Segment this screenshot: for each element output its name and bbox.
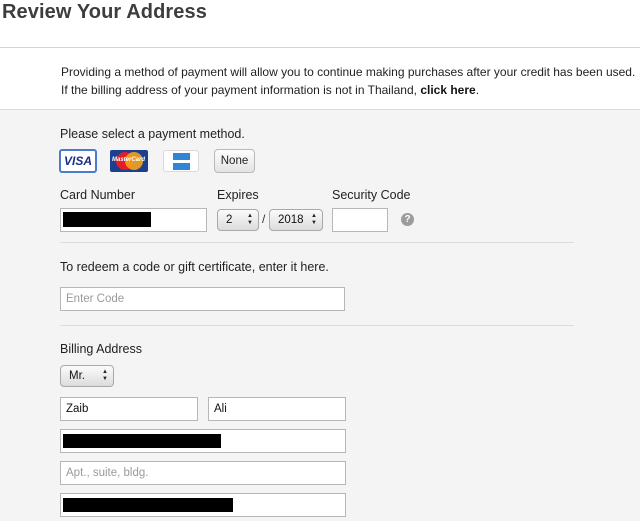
select-arrows-icon: ▲ ▼ <box>311 213 317 226</box>
security-code-field[interactable] <box>332 208 388 232</box>
amex-card-option[interactable] <box>163 150 199 172</box>
payment-notice: Providing a method of payment will allow… <box>0 48 640 110</box>
amex-logo-stripe <box>173 160 190 163</box>
card-number-label: Card Number <box>60 188 136 202</box>
notice-line-2-suffix: . <box>475 83 480 97</box>
section-divider <box>60 325 574 326</box>
card-number-redaction <box>63 212 151 227</box>
payment-method-prompt: Please select a payment method. <box>60 127 245 141</box>
none-payment-button[interactable]: None <box>214 149 255 173</box>
notice-line-1: Providing a method of payment will allow… <box>61 65 636 79</box>
redeem-label: To redeem a code or gift certificate, en… <box>60 260 329 274</box>
visa-card-label: VISA <box>63 154 92 168</box>
last-name-field[interactable]: Ali <box>208 397 346 421</box>
salutation-select[interactable]: Mr. ▲ ▼ <box>60 365 114 387</box>
notice-line-2: If the billing address of your payment i… <box>61 83 479 97</box>
expires-month-select[interactable]: 2 ▲ ▼ <box>217 209 259 231</box>
first-name-field[interactable]: Zaib <box>60 397 198 421</box>
visa-card-option[interactable]: VISA <box>59 149 97 173</box>
expires-label: Expires <box>217 188 259 202</box>
street-address-redaction <box>63 434 221 448</box>
none-payment-label: None <box>220 155 249 167</box>
apt-suite-field[interactable]: Apt., suite, bldg. <box>60 461 346 485</box>
mastercard-card-option[interactable]: MasterCard <box>110 150 148 172</box>
mastercard-card-label: MasterCard <box>112 157 146 163</box>
expires-month-value: 2 <box>226 214 233 226</box>
expires-year-select[interactable]: 2018 ▲ ▼ <box>269 209 323 231</box>
page-title: Review Your Address <box>2 1 207 23</box>
salutation-value: Mr. <box>69 370 85 382</box>
click-here-link[interactable]: click here <box>420 83 475 97</box>
security-code-label: Security Code <box>332 188 411 202</box>
city-redaction <box>63 498 233 512</box>
notice-line-2-text: If the billing address of your payment i… <box>61 83 417 97</box>
section-divider <box>60 242 574 243</box>
redeem-code-field[interactable]: Enter Code <box>60 287 345 311</box>
first-name-value: Zaib <box>66 403 89 415</box>
expires-separator: / <box>262 212 266 226</box>
redeem-code-placeholder: Enter Code <box>66 293 125 305</box>
billing-address-label: Billing Address <box>60 342 142 356</box>
expires-year-value: 2018 <box>278 214 304 226</box>
payment-form-panel: Providing a method of payment will allow… <box>0 47 640 521</box>
amex-logo-icon <box>173 153 190 170</box>
apt-suite-placeholder: Apt., suite, bldg. <box>66 467 149 479</box>
help-question-icon[interactable]: ? <box>401 213 414 226</box>
select-arrows-icon: ▲ ▼ <box>247 213 253 226</box>
select-arrows-icon: ▲ ▼ <box>102 369 108 382</box>
last-name-value: Ali <box>214 403 227 415</box>
